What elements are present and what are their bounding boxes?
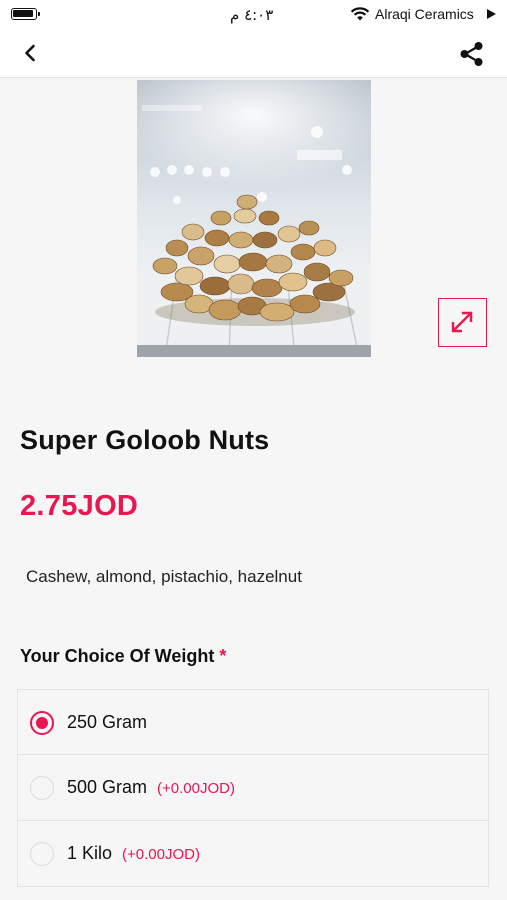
status-bar: ٤:٠٣ م Alraqi Ceramics <box>0 0 507 30</box>
weight-option-250g[interactable]: 250 Gram <box>17 689 489 755</box>
share-button[interactable] <box>456 38 488 70</box>
option-label-wrapper: 250 Gram <box>67 712 157 733</box>
weight-section-label: Your Choice Of Weight <box>20 646 215 666</box>
status-time: ٤:٠٣ م <box>230 6 274 24</box>
option-label: 500 Gram <box>67 777 148 797</box>
option-extra-price: (+0.00JOD) <box>122 846 200 863</box>
weight-option-1kilo[interactable]: 1 Kilo (+0.00JOD) <box>17 821 489 887</box>
product-price: 2.75JOD <box>20 490 139 522</box>
expand-arrows-icon <box>451 311 473 333</box>
expand-image-button[interactable] <box>438 298 487 347</box>
option-extra-price: (+0.00JOD) <box>157 780 235 797</box>
product-description: Cashew, almond, pistachio, hazelnut <box>26 567 302 586</box>
weight-section-title: Your Choice Of Weight * <box>20 646 226 667</box>
wifi-icon <box>350 7 370 21</box>
option-label: 250 Gram <box>67 712 148 732</box>
weight-option-500g[interactable]: 500 Gram (+0.00JOD) <box>17 755 489 821</box>
nuts-photo <box>137 80 371 357</box>
share-icon <box>460 42 483 66</box>
chevron-left-icon <box>25 44 35 62</box>
product-image[interactable] <box>137 80 371 357</box>
back-button[interactable] <box>16 38 46 68</box>
option-label-wrapper: 500 Gram (+0.00JOD) <box>67 777 235 798</box>
radio-unselected-icon[interactable] <box>30 776 54 800</box>
radio-selected-icon[interactable] <box>30 711 54 735</box>
radio-unselected-icon[interactable] <box>30 842 54 866</box>
required-star: * <box>219 646 227 666</box>
carrier-name: Alraqi Ceramics <box>375 6 474 22</box>
battery-icon <box>11 8 40 20</box>
weight-options-list: 250 Gram 500 Gram (+0.00JOD) 1 Kilo (+0.00… <box>17 689 489 887</box>
product-title: Super Goloob Nuts <box>20 425 270 455</box>
option-label-wrapper: 1 Kilo (+0.00JOD) <box>67 843 200 864</box>
play-icon <box>487 9 496 19</box>
nav-bar <box>0 30 507 78</box>
option-label: 1 Kilo <box>67 843 113 863</box>
